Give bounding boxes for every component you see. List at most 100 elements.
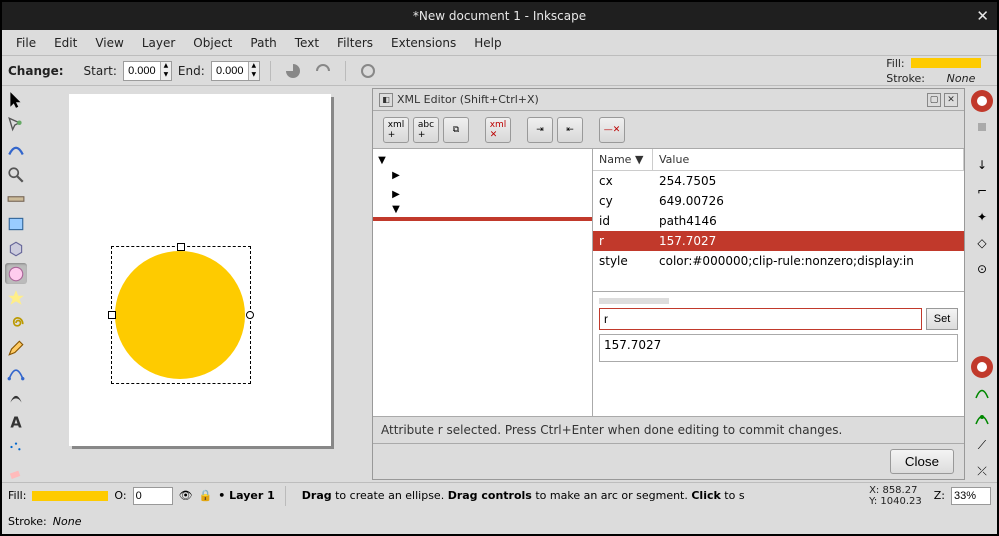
sb-fill-swatch[interactable] <box>32 491 108 501</box>
handle-top[interactable] <box>177 243 185 251</box>
splitter[interactable] <box>599 298 669 304</box>
calligraphy-tool[interactable] <box>5 387 27 408</box>
canvas[interactable] <box>30 86 370 482</box>
snap-cusp-icon[interactable]: ⟋ <box>971 434 993 456</box>
close-button[interactable]: Close <box>890 449 954 474</box>
xml-tree-node[interactable] <box>373 217 592 221</box>
menu-text[interactable]: Text <box>287 32 327 54</box>
down-icon[interactable]: ▼ <box>248 71 259 80</box>
layer-selector[interactable]: • Layer 1 <box>218 489 275 502</box>
spray-tool[interactable] <box>5 437 27 458</box>
xml-tree-node[interactable]: ▼ <box>373 202 592 217</box>
col-name[interactable]: Name ▼ <box>593 149 653 170</box>
up-icon[interactable]: ▲ <box>160 62 171 71</box>
z-label: Z: <box>934 489 945 502</box>
attr-row[interactable]: idpath4146 <box>593 211 964 231</box>
snap-intersect-icon[interactable]: ⤫ <box>971 460 993 482</box>
snap-icon[interactable]: ✦ <box>971 206 993 228</box>
col-value[interactable]: Value <box>653 149 964 170</box>
snap-icon[interactable]: ⌐ <box>971 180 993 202</box>
sb-opacity-label: O: <box>114 489 126 502</box>
change-label: Change: <box>8 64 64 78</box>
duplicate-node-button[interactable]: ⧉ <box>443 117 469 143</box>
attr-row[interactable]: cy649.00726 <box>593 191 964 211</box>
delete-attr-button[interactable]: —✕ <box>599 117 625 143</box>
selection-bounds <box>111 246 251 384</box>
star-tool[interactable] <box>5 288 27 309</box>
menu-path[interactable]: Path <box>242 32 284 54</box>
attr-value-input[interactable] <box>599 334 958 362</box>
outdent-node-button[interactable]: ⇤ <box>557 117 583 143</box>
delete-node-button[interactable]: xml✕ <box>485 117 511 143</box>
zoom-input[interactable] <box>951 487 991 505</box>
menu-help[interactable]: Help <box>466 32 509 54</box>
attr-row[interactable]: stylecolor:#000000;clip-rule:nonzero;dis… <box>593 251 964 271</box>
attr-list[interactable]: cx254.7505cy649.00726idpath4146r157.7027… <box>593 171 964 291</box>
handle-left[interactable] <box>108 311 116 319</box>
attr-row[interactable]: r157.7027 <box>593 231 964 251</box>
pencil-tool[interactable] <box>5 338 27 359</box>
coords: X: 858.27 Y: 1040.23 <box>863 485 928 507</box>
docked-dialog-buttons: ↓ ⌐ ✦ ◇ ⊙ ⟋ ⤫ <box>967 86 997 482</box>
xml-tree-node[interactable]: ▶ <box>373 168 592 183</box>
indent-node-button[interactable]: ⇥ <box>527 117 553 143</box>
start-input[interactable] <box>124 62 160 80</box>
selector-tool[interactable] <box>5 90 27 111</box>
box3d-tool[interactable] <box>5 239 27 260</box>
handle-right[interactable] <box>246 311 254 319</box>
dock-xml-icon[interactable] <box>971 90 993 112</box>
node-tool[interactable] <box>5 115 27 136</box>
arc-slice-button[interactable] <box>281 59 305 83</box>
menu-layer[interactable]: Layer <box>134 32 183 54</box>
xml-tree-node[interactable]: ▶ <box>373 187 592 202</box>
snap-node-icon[interactable] <box>971 408 993 430</box>
close-panel-button[interactable]: ✕ <box>944 93 958 107</box>
up-icon[interactable]: ▲ <box>248 62 259 71</box>
down-icon[interactable]: ▼ <box>160 71 171 80</box>
rect-tool[interactable] <box>5 214 27 235</box>
measure-tool[interactable] <box>5 189 27 210</box>
menu-edit[interactable]: Edit <box>46 32 85 54</box>
end-spinner[interactable]: ▲▼ <box>211 61 260 81</box>
menu-view[interactable]: View <box>87 32 131 54</box>
tweak-tool[interactable] <box>5 140 27 161</box>
xml-tree-node[interactable]: ▼ <box>373 153 592 168</box>
menu-filters[interactable]: Filters <box>329 32 381 54</box>
dock-icon[interactable] <box>971 356 993 378</box>
dock-icon[interactable] <box>971 116 993 138</box>
zoom-tool[interactable] <box>5 164 27 185</box>
attr-name-input[interactable] <box>599 308 922 330</box>
eraser-tool[interactable] <box>5 461 27 482</box>
stroke-value[interactable]: None <box>931 72 991 85</box>
opacity-input[interactable] <box>133 487 173 505</box>
fill-swatch[interactable] <box>911 58 981 68</box>
sb-stroke-value[interactable]: None <box>53 515 82 528</box>
window-title: *New document 1 - Inkscape <box>413 9 586 23</box>
attr-header[interactable]: Name ▼ Value <box>593 149 964 171</box>
spiral-tool[interactable] <box>5 313 27 334</box>
menubar: File Edit View Layer Object Path Text Fi… <box>2 30 997 56</box>
snap-icon[interactable]: ↓ <box>971 154 993 176</box>
close-icon[interactable]: ✕ <box>976 7 989 25</box>
snap-icon[interactable]: ◇ <box>971 232 993 254</box>
eye-icon[interactable]: 👁 <box>179 489 193 502</box>
ellipse-tool[interactable] <box>5 263 27 284</box>
set-button[interactable]: Set <box>926 308 958 330</box>
bezier-tool[interactable] <box>5 362 27 383</box>
menu-extensions[interactable]: Extensions <box>383 32 464 54</box>
menu-object[interactable]: Object <box>185 32 240 54</box>
new-element-node-button[interactable]: xml+ <box>383 117 409 143</box>
end-input[interactable] <box>212 62 248 80</box>
iconify-button[interactable]: ▢ <box>927 93 941 107</box>
attr-row[interactable]: cx254.7505 <box>593 171 964 191</box>
snap-path-icon[interactable] <box>971 382 993 404</box>
arc-open-button[interactable] <box>311 59 335 83</box>
snap-icon[interactable]: ⊙ <box>971 258 993 280</box>
whole-ellipse-button[interactable] <box>356 59 380 83</box>
menu-file[interactable]: File <box>8 32 44 54</box>
start-spinner[interactable]: ▲▼ <box>123 61 172 81</box>
xml-tree[interactable]: ▼▶▶▼ <box>373 149 593 416</box>
lock-icon[interactable]: 🔒 <box>199 489 213 502</box>
new-text-node-button[interactable]: abc+ <box>413 117 439 143</box>
text-tool[interactable]: A <box>5 412 27 433</box>
